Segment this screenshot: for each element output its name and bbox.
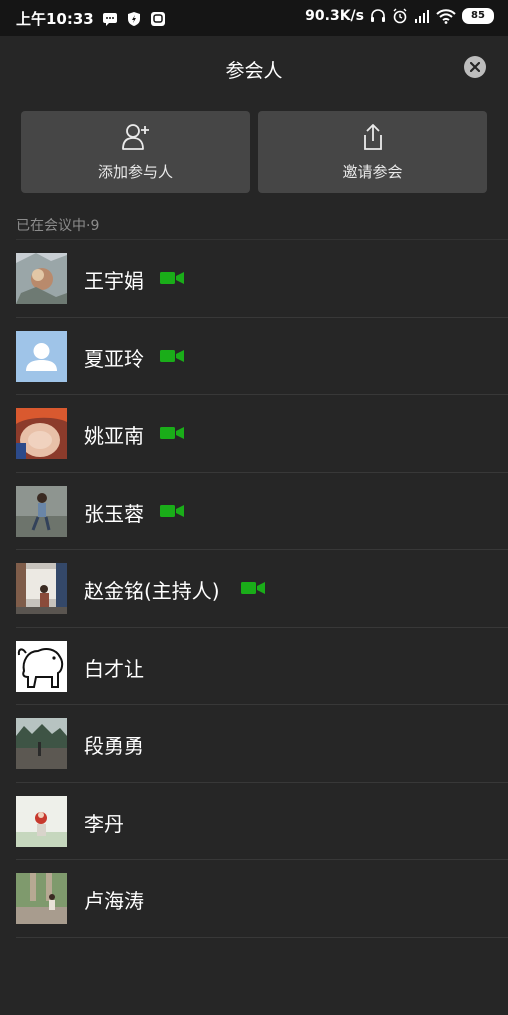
avatar (16, 485, 67, 537)
page-title: 参会人 (225, 60, 283, 82)
share-icon (363, 123, 382, 150)
close-icon (470, 62, 480, 72)
participant-name: 卢海涛 (84, 889, 144, 913)
avatar (16, 718, 67, 769)
header: 参会人 (0, 36, 508, 100)
invite-label: 邀请参会 (342, 162, 403, 181)
participant-list: 王宇娟 夏亚玲 姚亚南 张玉蓉 赵金铭(主持人) 白才让 段勇勇 李丹 卢海涛 (0, 240, 508, 938)
participant-name: 李丹 (84, 811, 124, 836)
add-participant-button[interactable]: 添加参与人 (21, 111, 250, 193)
app-icon (150, 11, 165, 26)
participant-name: 赵金铭(主持人) (84, 579, 220, 603)
message-icon (102, 12, 117, 26)
avatar (16, 408, 67, 459)
status-time: 上午10:33 (16, 10, 94, 28)
avatar (16, 640, 67, 692)
status-bar: 上午10:33 90.3K/s 85 (0, 0, 508, 36)
video-camera-icon (160, 504, 184, 517)
video-camera-icon (160, 427, 184, 439)
avatar (16, 330, 67, 382)
shield-bolt-icon (127, 11, 140, 26)
avatar (16, 873, 67, 924)
avatar (16, 253, 67, 304)
section-label: 已在会议中·9 (16, 218, 100, 234)
participant-name: 段勇勇 (84, 734, 144, 758)
list-item[interactable]: 姚亚南 (0, 395, 508, 473)
action-buttons: 添加参与人 邀请参会 (21, 111, 487, 193)
list-item[interactable]: 卢海涛 (0, 860, 508, 938)
list-item[interactable]: 白才让 (0, 628, 508, 705)
participant-name: 姚亚南 (84, 424, 144, 448)
list-item[interactable]: 赵金铭(主持人) (0, 550, 508, 628)
list-item[interactable]: 段勇勇 (0, 705, 508, 783)
divider (16, 936, 508, 938)
avatar (16, 563, 67, 614)
video-camera-icon (160, 272, 184, 284)
add-user-icon (121, 123, 149, 150)
wifi-icon (436, 9, 456, 24)
avatar (16, 795, 67, 847)
alarm-icon (393, 8, 407, 24)
participant-name: 张玉蓉 (84, 501, 144, 526)
video-camera-icon (241, 582, 265, 594)
video-camera-icon (160, 349, 184, 362)
headphones-icon (371, 9, 385, 22)
participant-name: 王宇娟 (84, 269, 144, 293)
list-item[interactable]: 李丹 (0, 783, 508, 860)
list-item[interactable]: 张玉蓉 (0, 473, 508, 550)
add-participant-label: 添加参与人 (97, 162, 173, 181)
participant-name: 夏亚玲 (84, 346, 144, 371)
list-item[interactable]: 王宇娟 (0, 240, 508, 318)
participant-name: 白才让 (84, 656, 144, 681)
list-item[interactable]: 夏亚玲 (0, 318, 508, 395)
signal-icon (415, 10, 429, 23)
close-button[interactable] (464, 56, 486, 78)
battery-indicator: 85 (462, 8, 494, 24)
invite-button[interactable]: 邀请参会 (258, 111, 487, 193)
network-speed: 90.3K/s (305, 8, 364, 24)
